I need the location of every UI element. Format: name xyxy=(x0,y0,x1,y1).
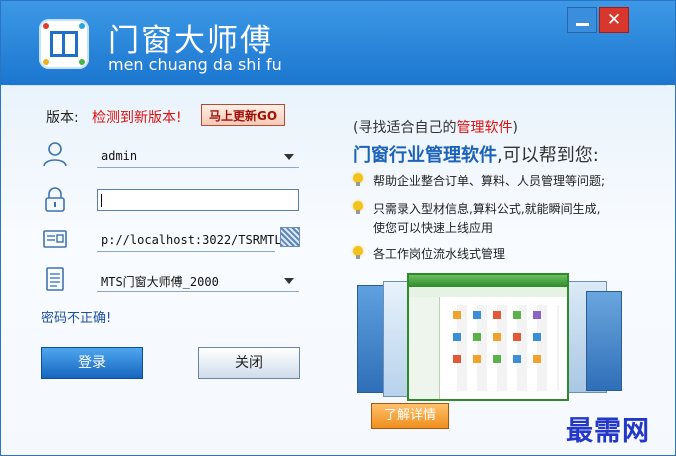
document-list-icon xyxy=(46,267,64,291)
feature-item: 各工作岗位流水线式管理 xyxy=(373,247,506,261)
version-label: 版本: xyxy=(46,110,79,126)
promo-tagline-highlight: 管理软件 xyxy=(456,120,513,136)
lock-icon xyxy=(45,187,65,212)
minimize-button[interactable] xyxy=(567,7,597,33)
lightbulb-icon xyxy=(353,246,363,260)
lightbulb-icon xyxy=(353,201,363,215)
promo-tagline-prefix: (寻找适合自己的 xyxy=(353,120,457,136)
promo-headline-rest: ,可以帮到您: xyxy=(497,145,599,166)
new-version-notice: 检测到新版本! xyxy=(92,110,182,126)
login-button[interactable]: 登录 xyxy=(41,347,143,379)
update-now-button[interactable]: 马上更新GO xyxy=(201,104,285,126)
learn-more-button[interactable]: 了解详情 xyxy=(371,403,449,429)
database-dropdown-chevron-down-icon[interactable] xyxy=(284,278,294,284)
user-icon xyxy=(43,142,67,167)
username-dropdown-chevron-down-icon[interactable] xyxy=(284,154,294,160)
promo-tagline: (寻找适合自己的管理软件) xyxy=(353,117,518,137)
login-panel: 版本: 检测到新版本! 马上更新GO admin p://localhost:3… xyxy=(1,85,675,455)
username-field[interactable]: admin xyxy=(101,149,137,163)
password-input[interactable] xyxy=(97,189,299,211)
promo-headline-bold: 门窗行业管理软件 xyxy=(353,145,497,166)
feature-item: 帮助企业整合订单、算料、人员管理等问题; xyxy=(373,174,606,188)
feature-item-continued: 使您可以快速上线应用 xyxy=(373,221,494,235)
close-button[interactable]: 关闭 xyxy=(198,347,300,379)
promo-headline: 门窗行业管理软件,可以帮到您: xyxy=(353,141,599,167)
app-logo-icon xyxy=(39,19,89,69)
app-title: 门窗大师傅 xyxy=(108,23,273,59)
database-select[interactable]: MTS门窗大师傅_2000 xyxy=(101,273,219,290)
server-address-field[interactable]: p://localhost:3022/TSRMTLM xyxy=(101,233,289,247)
server-underline xyxy=(97,251,275,252)
login-window: 门窗大师傅 men chuang da shi fu ✕ 版本: 检测到新版本!… xyxy=(0,0,676,456)
database-underline xyxy=(97,291,299,292)
error-message: 密码不正确! xyxy=(41,311,112,326)
divider xyxy=(9,85,667,86)
username-underline xyxy=(97,167,299,168)
server-card-icon xyxy=(43,230,67,248)
close-window-button[interactable]: ✕ xyxy=(599,7,629,33)
feature-item: 只需录入型材信息,算料公式,就能瞬间生成, xyxy=(373,202,601,216)
app-subtitle: men chuang da shi fu xyxy=(108,55,282,74)
qr-code-icon[interactable] xyxy=(280,227,300,247)
text-caret xyxy=(101,194,102,207)
lightbulb-icon xyxy=(353,173,363,187)
watermark-text: 最需网 xyxy=(566,416,650,447)
promo-tagline-suffix: ) xyxy=(512,120,518,136)
title-bar: 门窗大师傅 men chuang da shi fu ✕ xyxy=(1,1,675,85)
